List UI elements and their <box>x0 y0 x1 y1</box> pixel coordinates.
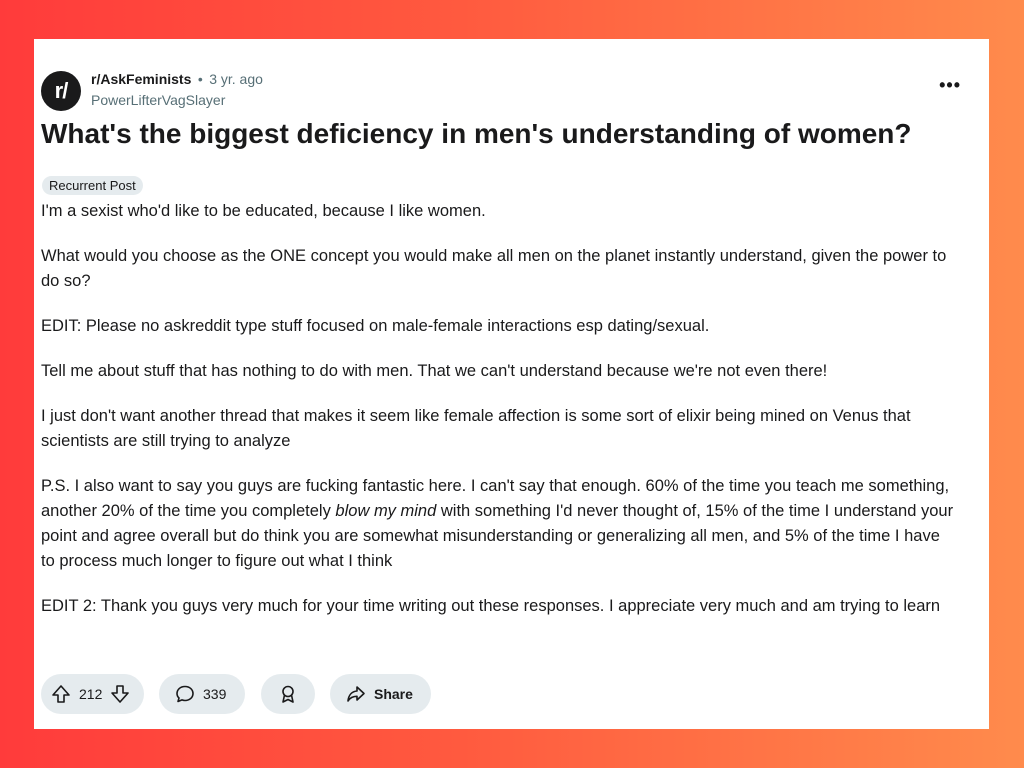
share-button[interactable]: Share <box>330 674 431 714</box>
subreddit-avatar[interactable]: r/ <box>41 71 81 111</box>
body-paragraph: EDIT: Please no askreddit type stuff foc… <box>41 317 710 335</box>
post-meta: r/AskFeminists • 3 yr. ago <box>91 71 263 89</box>
comments-button[interactable]: 339 <box>159 674 245 714</box>
body-paragraph: P.S. I also want to say you guys are fuc… <box>41 474 956 574</box>
body-emphasis: blow my mind <box>335 502 437 520</box>
upvote-icon[interactable] <box>51 684 71 704</box>
subreddit-link[interactable]: r/AskFeminists <box>91 71 191 87</box>
body-paragraph: I just don't want another thread that ma… <box>41 407 911 450</box>
comment-icon <box>175 684 195 704</box>
author-link[interactable]: PowerLifterVagSlayer <box>91 92 225 108</box>
post-header: r/ r/AskFeminists • 3 yr. ago PowerLifte… <box>41 69 981 113</box>
comment-count: 339 <box>203 686 227 702</box>
body-paragraph: I'm a sexist who'd like to be educated, … <box>41 202 486 220</box>
vote-count: 212 <box>79 686 103 702</box>
downvote-icon[interactable] <box>110 684 130 704</box>
share-icon <box>346 684 366 704</box>
meta-separator: • <box>197 71 203 87</box>
post-title[interactable]: What's the biggest deficiency in men's u… <box>41 115 981 153</box>
body-paragraph: EDIT 2: Thank you guys very much for you… <box>41 597 941 615</box>
post-flair[interactable]: Recurrent Post <box>42 176 143 195</box>
action-bar: 212 339 Share <box>41 674 981 714</box>
award-icon <box>278 684 298 704</box>
share-label: Share <box>374 686 413 702</box>
post-card: r/ r/AskFeminists • 3 yr. ago PowerLifte… <box>34 39 989 729</box>
more-options-button[interactable]: ••• <box>939 75 961 96</box>
post-age: 3 yr. ago <box>209 71 263 87</box>
vote-controls: 212 <box>41 674 144 714</box>
post-body: I'm a sexist who'd like to be educated, … <box>41 199 956 639</box>
more-options-icon: ••• <box>939 75 961 95</box>
body-paragraph: What would you choose as the ONE concept… <box>41 247 947 290</box>
body-paragraph: Tell me about stuff that has nothing to … <box>41 362 828 380</box>
award-button[interactable] <box>261 674 315 714</box>
avatar-text: r/ <box>54 78 69 103</box>
